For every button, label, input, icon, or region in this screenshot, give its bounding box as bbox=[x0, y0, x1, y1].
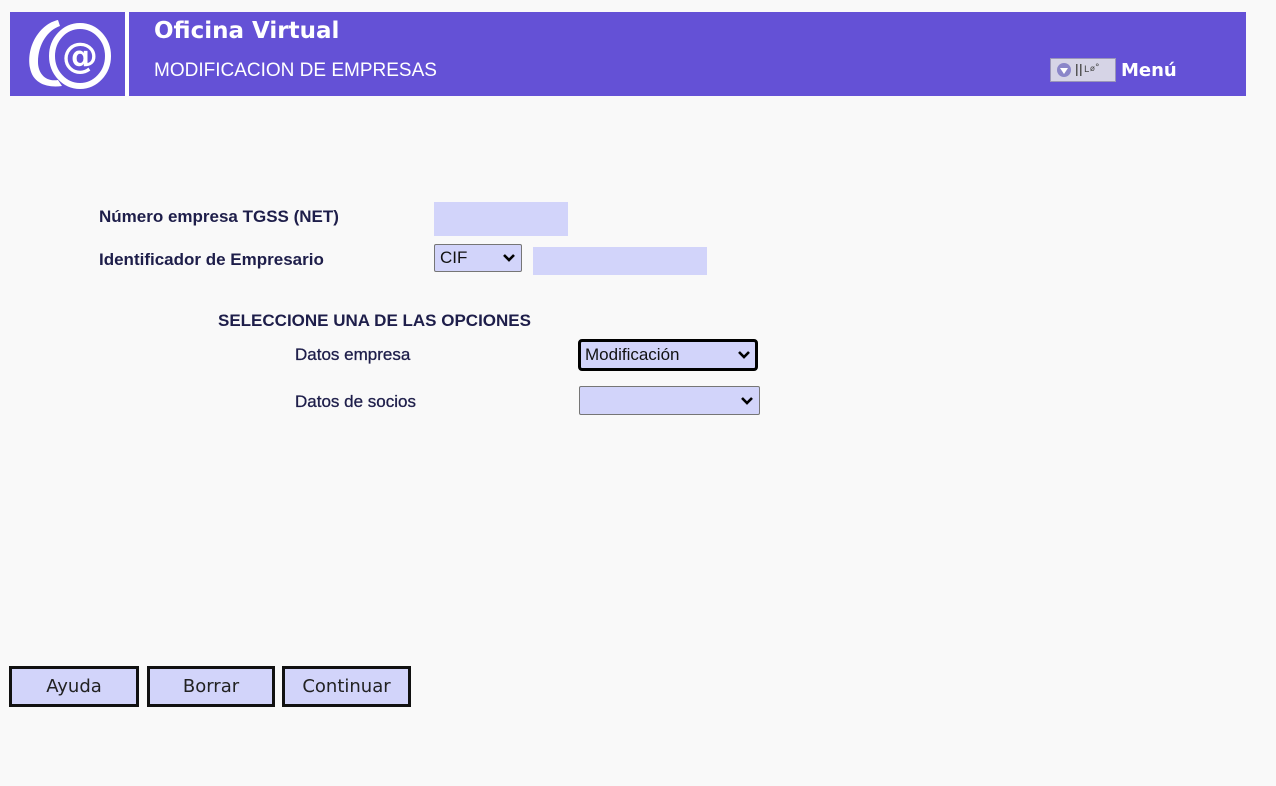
chevron-down-icon bbox=[740, 396, 754, 406]
logo: @ bbox=[10, 12, 129, 96]
company-data-value: Modificación bbox=[585, 345, 680, 364]
employer-id-type-select[interactable]: CIF bbox=[434, 244, 522, 272]
svg-text:L: L bbox=[1084, 65, 1089, 75]
menu-button[interactable]: L ø ° Menú bbox=[1050, 58, 1177, 82]
partners-data-label: Datos de socios bbox=[295, 392, 416, 411]
app-title: Oficina Virtual bbox=[154, 18, 340, 44]
options-heading: SELECCIONE UNA DE LAS OPCIONES bbox=[218, 311, 531, 330]
svg-text:@: @ bbox=[62, 36, 98, 77]
svg-text:°: ° bbox=[1095, 63, 1100, 73]
employer-id-type-value: CIF bbox=[440, 248, 468, 267]
sort-icon: L ø ° bbox=[1074, 62, 1112, 78]
at-sign-logo-icon: @ bbox=[29, 20, 111, 89]
net-label: Número empresa TGSS (NET) bbox=[99, 207, 339, 226]
company-data-label: Datos empresa bbox=[295, 345, 411, 364]
page-subtitle: MODIFICACION DE EMPRESAS bbox=[154, 60, 437, 81]
net-input[interactable] bbox=[434, 202, 568, 236]
company-data-select[interactable]: Modificación bbox=[578, 339, 758, 371]
employer-id-input[interactable] bbox=[533, 247, 707, 275]
header-bar: @ Oficina Virtual MODIFICACION DE EMPRES… bbox=[10, 12, 1246, 96]
chevron-down-icon bbox=[737, 350, 751, 360]
partners-data-select[interactable] bbox=[579, 386, 760, 415]
menu-icons: L ø ° bbox=[1050, 58, 1116, 82]
continue-button[interactable]: Continuar bbox=[282, 666, 411, 707]
employer-id-label: Identificador de Empresario bbox=[99, 250, 324, 269]
chevron-down-icon bbox=[502, 253, 516, 263]
page: @ Oficina Virtual MODIFICACION DE EMPRES… bbox=[0, 0, 1276, 786]
menu-label: Menú bbox=[1121, 59, 1177, 81]
arrow-down-icon bbox=[1054, 62, 1074, 78]
clear-button[interactable]: Borrar bbox=[147, 666, 275, 707]
help-button[interactable]: Ayuda bbox=[9, 666, 139, 707]
